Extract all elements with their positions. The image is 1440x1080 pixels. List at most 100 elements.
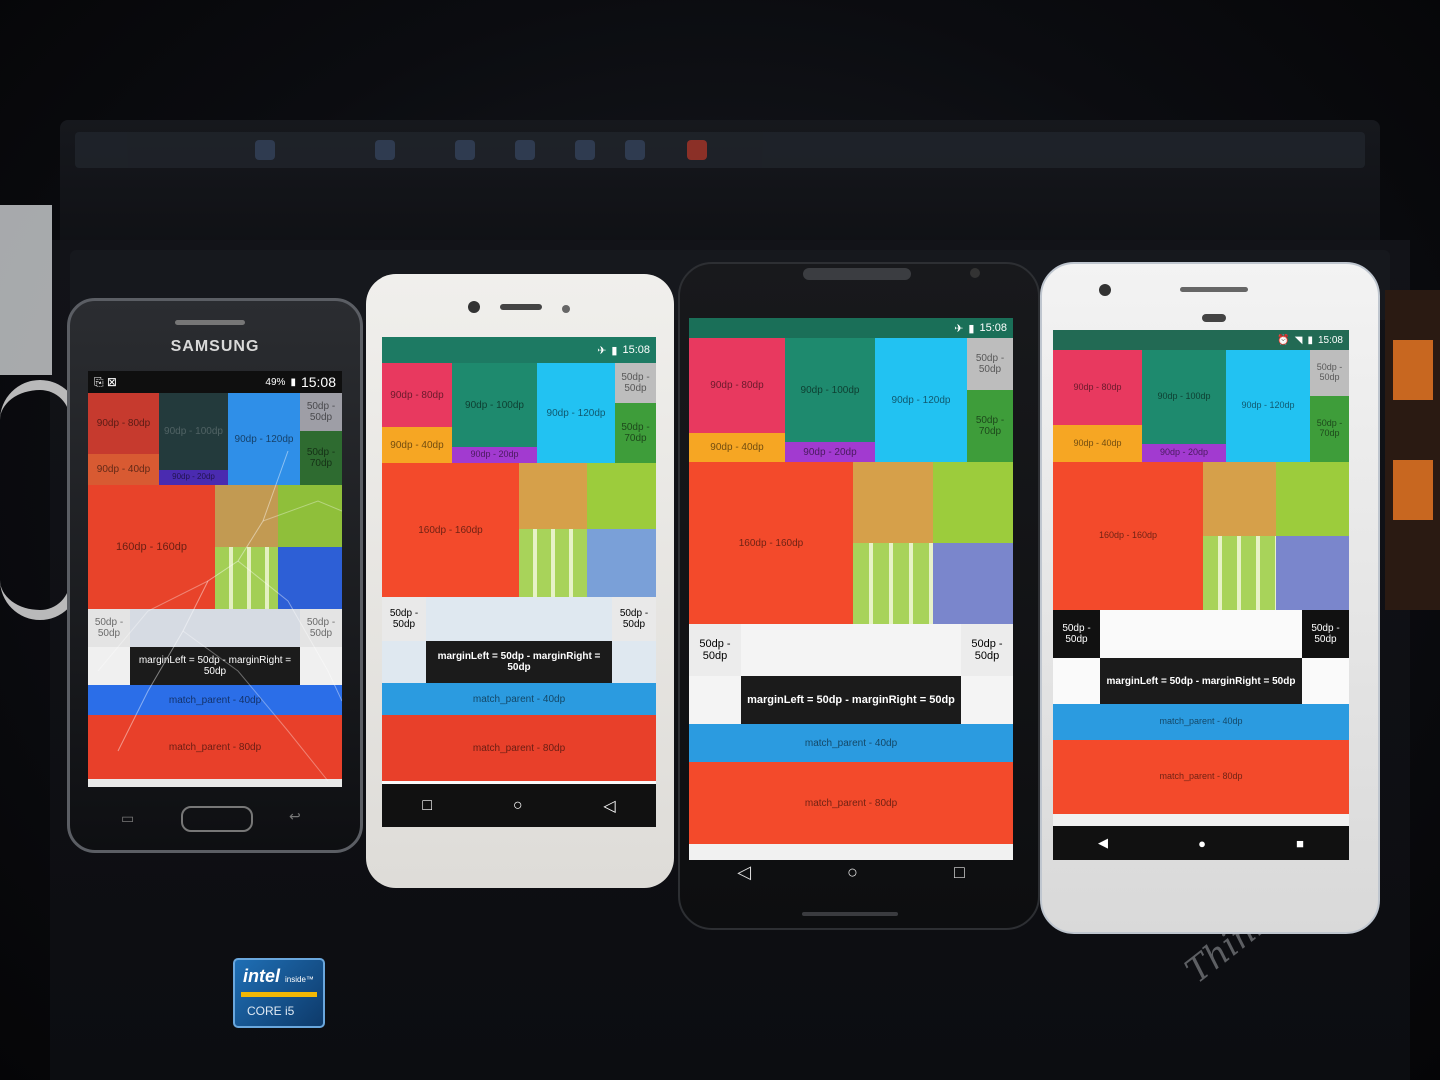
nav-bar: ◁ ○ □	[689, 857, 1013, 887]
tile-book	[215, 485, 278, 547]
box-b: 90dp - 100dp	[1142, 350, 1226, 444]
box-big: 160dp - 160dp	[88, 485, 215, 609]
tile-document	[1276, 462, 1349, 536]
front-camera	[1099, 284, 1111, 296]
box-g: 50dp - 70dp	[967, 390, 1013, 462]
box-left-50: 50dp - 50dp	[382, 597, 426, 641]
white-bar	[1100, 610, 1302, 658]
battery-percent: 49%	[265, 376, 286, 388]
box-c: 90dp - 120dp	[1226, 350, 1310, 462]
bar-40: match_parent - 40dp	[382, 683, 656, 715]
phone-samsung: SAMSUNG ⎘ ⊠ 49% ▮ 15:08 90dp - 80dp 90dp…	[67, 298, 363, 853]
box-b: 90dp - 100dp	[159, 393, 228, 470]
box-d: 50dp - 50dp	[615, 363, 656, 403]
sensor	[562, 305, 570, 313]
white-bar	[426, 597, 612, 641]
box-g: 50dp - 70dp	[615, 403, 656, 463]
home-button[interactable]	[181, 806, 253, 832]
nav-bar: □ ○ ◁	[382, 784, 656, 827]
photo-scene: intel inside™ CORE i5 ThinkPad SAMSUNG ⎘…	[0, 0, 1440, 1080]
margin-left-space	[1053, 658, 1100, 704]
box-e: 90dp - 40dp	[382, 427, 452, 463]
box-f: 90dp - 20dp	[1142, 444, 1226, 462]
box-a: 90dp - 80dp	[88, 393, 159, 454]
box-d: 50dp - 50dp	[967, 338, 1013, 390]
phone-white-2: ⏰ ◥ ▮ 15:08 90dp - 80dp 90dp - 100dp 90d…	[1040, 262, 1380, 934]
margin-left-space	[382, 641, 426, 683]
recents-icon[interactable]: □	[954, 862, 965, 883]
airplane-icon: ✈	[597, 344, 607, 357]
box-g: 50dp - 70dp	[300, 431, 342, 485]
tile-book	[519, 463, 587, 529]
bar-80: match_parent - 80dp	[689, 762, 1013, 844]
earpiece	[803, 268, 911, 280]
margin-right-space	[1302, 658, 1349, 704]
earpiece	[1180, 287, 1248, 292]
bar-40: match_parent - 40dp	[1053, 704, 1349, 740]
earpiece	[500, 304, 542, 310]
phone-screen: ⎘ ⊠ 49% ▮ 15:08 90dp - 80dp 90dp - 100dp…	[88, 371, 342, 787]
box-big: 160dp - 160dp	[382, 463, 519, 597]
box-f: 90dp - 20dp	[452, 447, 537, 463]
home-icon[interactable]: ●	[1198, 836, 1206, 851]
box-e: 90dp - 40dp	[1053, 425, 1142, 462]
box-left-50: 50dp - 50dp	[689, 624, 741, 676]
tile-file	[933, 543, 1013, 624]
box-a: 90dp - 80dp	[382, 363, 452, 427]
home-icon[interactable]: ○	[513, 797, 523, 815]
margin-right-space	[961, 676, 1013, 724]
tile-grid	[519, 529, 587, 597]
box-g: 50dp - 70dp	[1310, 396, 1349, 462]
status-time: 15:08	[622, 344, 650, 356]
box-b: 90dp - 100dp	[452, 363, 537, 447]
menu-key-icon[interactable]: ▭	[121, 810, 134, 827]
battery-icon: ▮	[968, 322, 975, 335]
bar-80: match_parent - 80dp	[382, 715, 656, 781]
paper-left	[0, 205, 52, 375]
back-icon[interactable]: ◁	[737, 862, 751, 883]
phone-screen: ✈ ▮ 15:08 90dp - 80dp 90dp - 100dp 90dp …	[689, 318, 1013, 860]
white-bar	[741, 624, 961, 676]
status-bar: ✈ ▮ 15:08	[382, 337, 656, 363]
phone-white-1: ✈ ▮ 15:08 90dp - 80dp 90dp - 100dp 90dp …	[366, 274, 674, 888]
tile-file	[278, 547, 342, 609]
tile-file	[587, 529, 656, 597]
sensor	[1202, 314, 1226, 322]
phone-screen: ✈ ▮ 15:08 90dp - 80dp 90dp - 100dp 90dp …	[382, 337, 656, 827]
tile-grid	[215, 547, 278, 609]
box-b: 90dp - 100dp	[785, 338, 875, 442]
tile-document	[933, 462, 1013, 543]
margin-box: marginLeft = 50dp - marginRight = 50dp	[741, 676, 961, 724]
box-a: 90dp - 80dp	[1053, 350, 1142, 425]
recents-icon[interactable]: ■	[1296, 836, 1304, 851]
margin-box: marginLeft = 50dp - marginRight = 50dp	[130, 647, 300, 685]
recents-icon[interactable]: □	[422, 797, 432, 815]
intel-brand: intel	[243, 966, 281, 986]
tile-document	[587, 463, 656, 529]
chin-speaker	[802, 912, 898, 916]
airplane-icon: ✈	[954, 322, 964, 335]
box-right-50: 50dp - 50dp	[300, 609, 342, 647]
home-icon[interactable]: ○	[847, 862, 858, 883]
intel-sticker: intel inside™ CORE i5	[233, 958, 325, 1028]
box-big: 160dp - 160dp	[1053, 462, 1203, 610]
battery-icon: ▮	[1307, 334, 1313, 346]
bar-80: match_parent - 80dp	[1053, 740, 1349, 814]
box-d: 50dp - 50dp	[1310, 350, 1349, 396]
margin-left-space	[88, 647, 130, 685]
battery-icon: ▮	[290, 376, 296, 388]
status-time: 15:08	[979, 322, 1007, 334]
box-c: 90dp - 120dp	[875, 338, 967, 462]
box-e: 90dp - 40dp	[689, 433, 785, 462]
earpiece	[175, 320, 245, 325]
intel-inside: inside™	[285, 975, 314, 984]
alarm-icon: ⏰	[1277, 334, 1290, 346]
battery-icon: ▮	[611, 344, 618, 357]
bar-80: match_parent - 80dp	[88, 715, 342, 779]
back-key-icon[interactable]: ↩	[289, 808, 301, 825]
margin-right-space	[612, 641, 656, 683]
front-camera	[970, 268, 980, 278]
box-left-50: 50dp - 50dp	[1053, 610, 1100, 658]
back-icon[interactable]: ◁	[603, 796, 615, 816]
back-icon[interactable]: ◀	[1098, 835, 1108, 851]
